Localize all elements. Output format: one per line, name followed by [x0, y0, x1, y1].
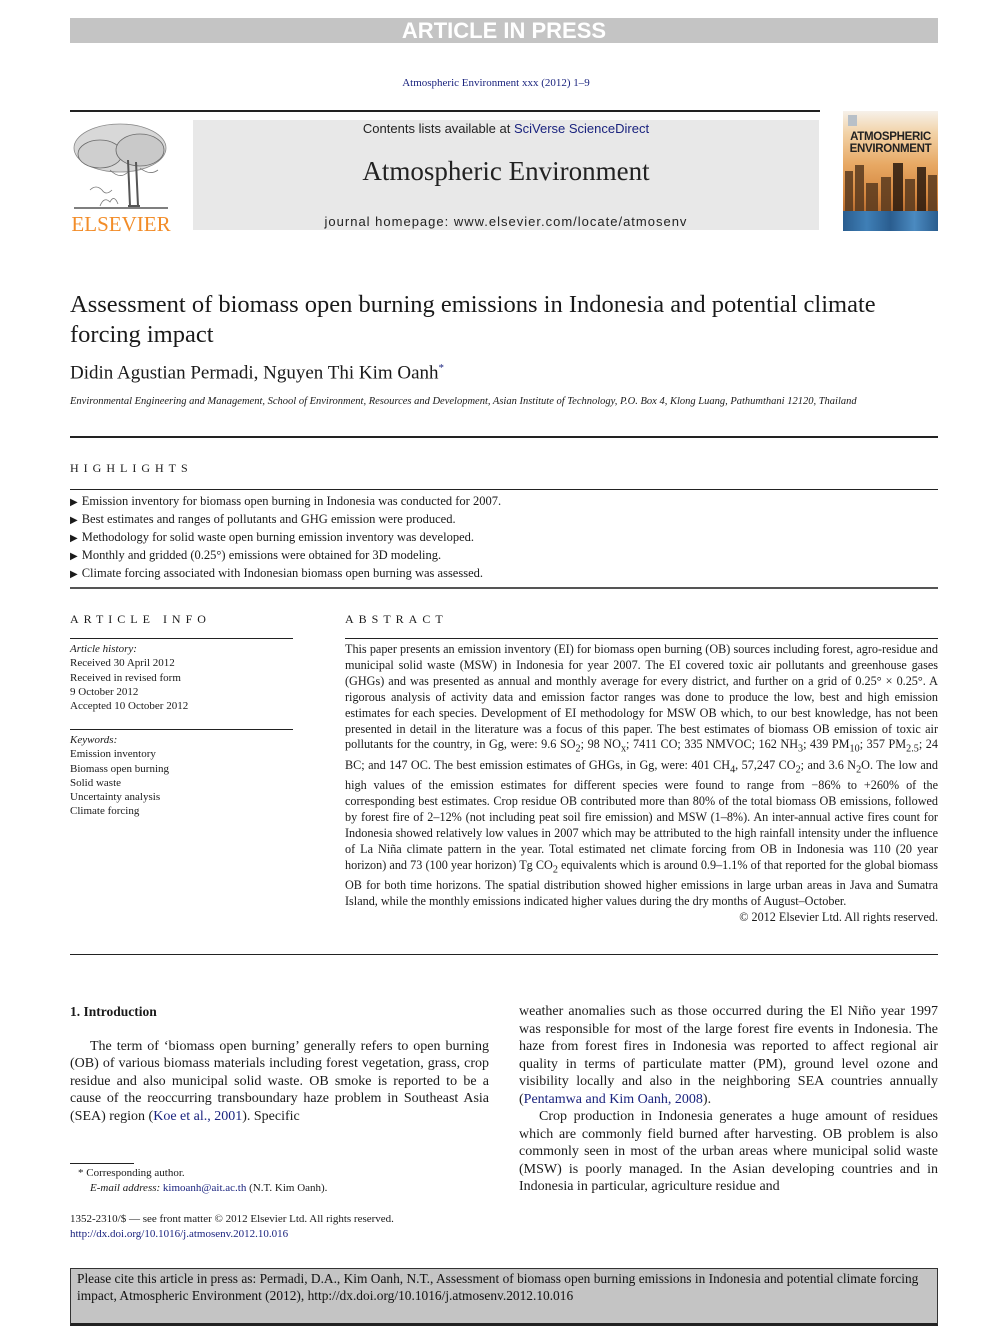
body-paragraph: The term of ‘biomass open burning’ gener… — [70, 1038, 489, 1126]
highlight-text: Methodology for solid waste open burning… — [81, 530, 475, 544]
keywords-divider — [70, 729, 293, 730]
abstract-heading: ABSTRACT — [345, 612, 448, 626]
highlight-item: ▶ Emission inventory for biomass open bur… — [70, 493, 501, 511]
author-list: Didin Agustian Permadi, Nguyen Thi Kim O… — [70, 362, 444, 384]
highlights-list: ▶ Emission inventory for biomass open bur… — [70, 493, 501, 583]
cover-badge-icon — [848, 115, 857, 126]
keywords-label: Keywords: — [70, 734, 118, 746]
title-divider — [70, 436, 938, 438]
doi-link[interactable]: http://dx.doi.org/10.1016/j.atmosenv.201… — [70, 1228, 288, 1240]
paragraph-text: ). — [702, 1091, 712, 1107]
section-heading-introduction: 1. Introduction — [70, 1004, 157, 1019]
keyword: Emission inventory — [70, 748, 156, 761]
bullet-triangle-icon: ▶ — [70, 569, 78, 580]
citation-link[interactable]: Pentamwa and Kim Oanh, 2008 — [524, 1092, 703, 1107]
abstract-body: This paper presents an emission inventor… — [345, 642, 938, 926]
body-paragraph: Crop production in Indonesia generates a… — [519, 1109, 938, 1194]
keyword: Solid waste — [70, 776, 122, 789]
history-label: Article history: — [70, 643, 137, 655]
highlights-heading: HIGHLIGHTS — [70, 461, 193, 475]
header-divider — [70, 110, 820, 112]
subscript: 2.5 — [906, 743, 919, 755]
cover-water — [843, 211, 938, 231]
authors-text: Didin Agustian Permadi, Nguyen Thi Kim O… — [70, 362, 439, 384]
bullet-triangle-icon: ▶ — [70, 515, 78, 526]
publisher-logo-text: ELSEVIER — [71, 212, 171, 236]
cover-title-line2: ENVIRONMENT — [849, 143, 932, 155]
footnote-divider — [70, 1163, 134, 1164]
highlight-text: Best estimates and ranges of pollutants … — [81, 512, 456, 526]
journal-homepage[interactable]: journal homepage: www.elsevier.com/locat… — [193, 214, 819, 229]
abstract-divider-bottom — [70, 954, 938, 955]
citation-text: Please cite this article in press as: Pe… — [77, 1271, 919, 1303]
history-line: Received 30 April 2012 — [70, 657, 175, 670]
article-info-divider — [70, 638, 293, 639]
subscript: 10 — [849, 743, 860, 755]
abstract-text: ; 7411 CO; 335 NMVOC; 162 NH — [626, 737, 799, 752]
abstract-text: , 57,247 CO — [735, 757, 796, 772]
footnotes: * Corresponding author. E-mail address: … — [70, 1166, 490, 1196]
highlights-divider-top — [70, 489, 938, 490]
contents-prefix: Contents lists available at — [362, 121, 514, 136]
highlight-text: Emission inventory for biomass open burn… — [81, 494, 502, 508]
bullet-triangle-icon: ▶ — [70, 533, 78, 544]
journal-cover-image: ATMOSPHERIC ENVIRONMENT — [843, 111, 938, 231]
highlight-item: ▶ Methodology for solid waste open burnin… — [70, 529, 501, 547]
keyword: Uncertainty analysis — [70, 791, 161, 804]
cover-title-line1: ATMOSPHERIC — [850, 131, 931, 143]
corresponding-author-mark[interactable]: * — [439, 362, 445, 374]
cover-title: ATMOSPHERIC ENVIRONMENT — [843, 131, 938, 155]
abstract-text: ; 98 NO — [580, 737, 621, 752]
highlights-divider-bottom — [70, 587, 938, 589]
corresponding-author-note: * Corresponding author. — [78, 1167, 185, 1179]
highlight-text: Monthly and gridded (0.25°) emissions we… — [81, 548, 442, 562]
history-line: 9 October 2012 — [70, 685, 139, 698]
issn-line: 1352-2310/$ — see front matter © 2012 El… — [70, 1213, 394, 1225]
history-line: Received in revised form — [70, 671, 181, 684]
journal-title: Atmospheric Environment — [362, 156, 650, 186]
article-title: Assessment of biomass open burning emiss… — [70, 291, 876, 348]
bullet-triangle-icon: ▶ — [70, 551, 78, 562]
abstract-text: O. The low and high values of the emissi… — [345, 757, 938, 872]
article-info-heading: ARTICLE INFO — [70, 612, 211, 626]
article-in-press-banner: ARTICLE IN PRESS — [70, 18, 938, 43]
sciencedirect-link[interactable]: SciVerse ScienceDirect — [514, 121, 649, 136]
journal-reference[interactable]: Atmospheric Environment xxx (2012) 1–9 — [0, 77, 992, 89]
body-paragraph: weather anomalies such as those occurred… — [519, 1003, 938, 1108]
keyword: Biomass open burning — [70, 762, 169, 775]
abstract-text: ; 439 PM — [803, 737, 850, 752]
abstract-text: ; 357 PM — [859, 737, 907, 752]
highlight-text: Climate forcing associated with Indonesi… — [81, 566, 484, 580]
body-column-right: weather anomalies such as those occurred… — [519, 1003, 938, 1196]
city-skyline-icon — [845, 163, 937, 211]
contents-availability: Contents lists available at SciVerse Sci… — [193, 121, 819, 136]
email-link[interactable]: kimoanh@ait.ac.th — [163, 1182, 246, 1194]
paragraph-text: ). Specific — [242, 1108, 300, 1124]
history-line: Accepted 10 October 2012 — [70, 700, 189, 713]
highlight-item: ▶ Best estimates and ranges of pollutants… — [70, 511, 501, 529]
highlight-item: ▶ Climate forcing associated with Indones… — [70, 565, 501, 583]
body-column-left: 1. Introduction The term of ‘biomass ope… — [70, 1003, 489, 1125]
email-label: E-mail address: — [90, 1182, 163, 1194]
citation-box: Please cite this article in press as: Pe… — [70, 1268, 938, 1326]
highlight-item: ▶ Monthly and gridded (0.25°) emissions w… — [70, 547, 501, 565]
article-history: Article history: Received 30 April 2012 … — [70, 642, 188, 713]
email-suffix: (N.T. Kim Oanh). — [246, 1182, 328, 1194]
abstract-text: This paper presents an emission inventor… — [345, 642, 938, 752]
citation-link[interactable]: Koe et al., 2001 — [153, 1109, 242, 1124]
abstract-text: ; and 3.6 N — [800, 757, 857, 772]
front-matter: 1352-2310/$ — see front matter © 2012 El… — [70, 1212, 490, 1242]
author-affiliation: Environmental Engineering and Management… — [70, 396, 857, 407]
abstract-divider — [345, 638, 938, 639]
abstract-copyright: © 2012 Elsevier Ltd. All rights reserved… — [739, 909, 938, 924]
keyword: Climate forcing — [70, 805, 140, 818]
keywords: Keywords: Emission inventory Biomass ope… — [70, 733, 169, 819]
bullet-triangle-icon: ▶ — [70, 497, 78, 508]
email-note: E-mail address: kimoanh@ait.ac.th (N.T. … — [70, 1181, 490, 1196]
